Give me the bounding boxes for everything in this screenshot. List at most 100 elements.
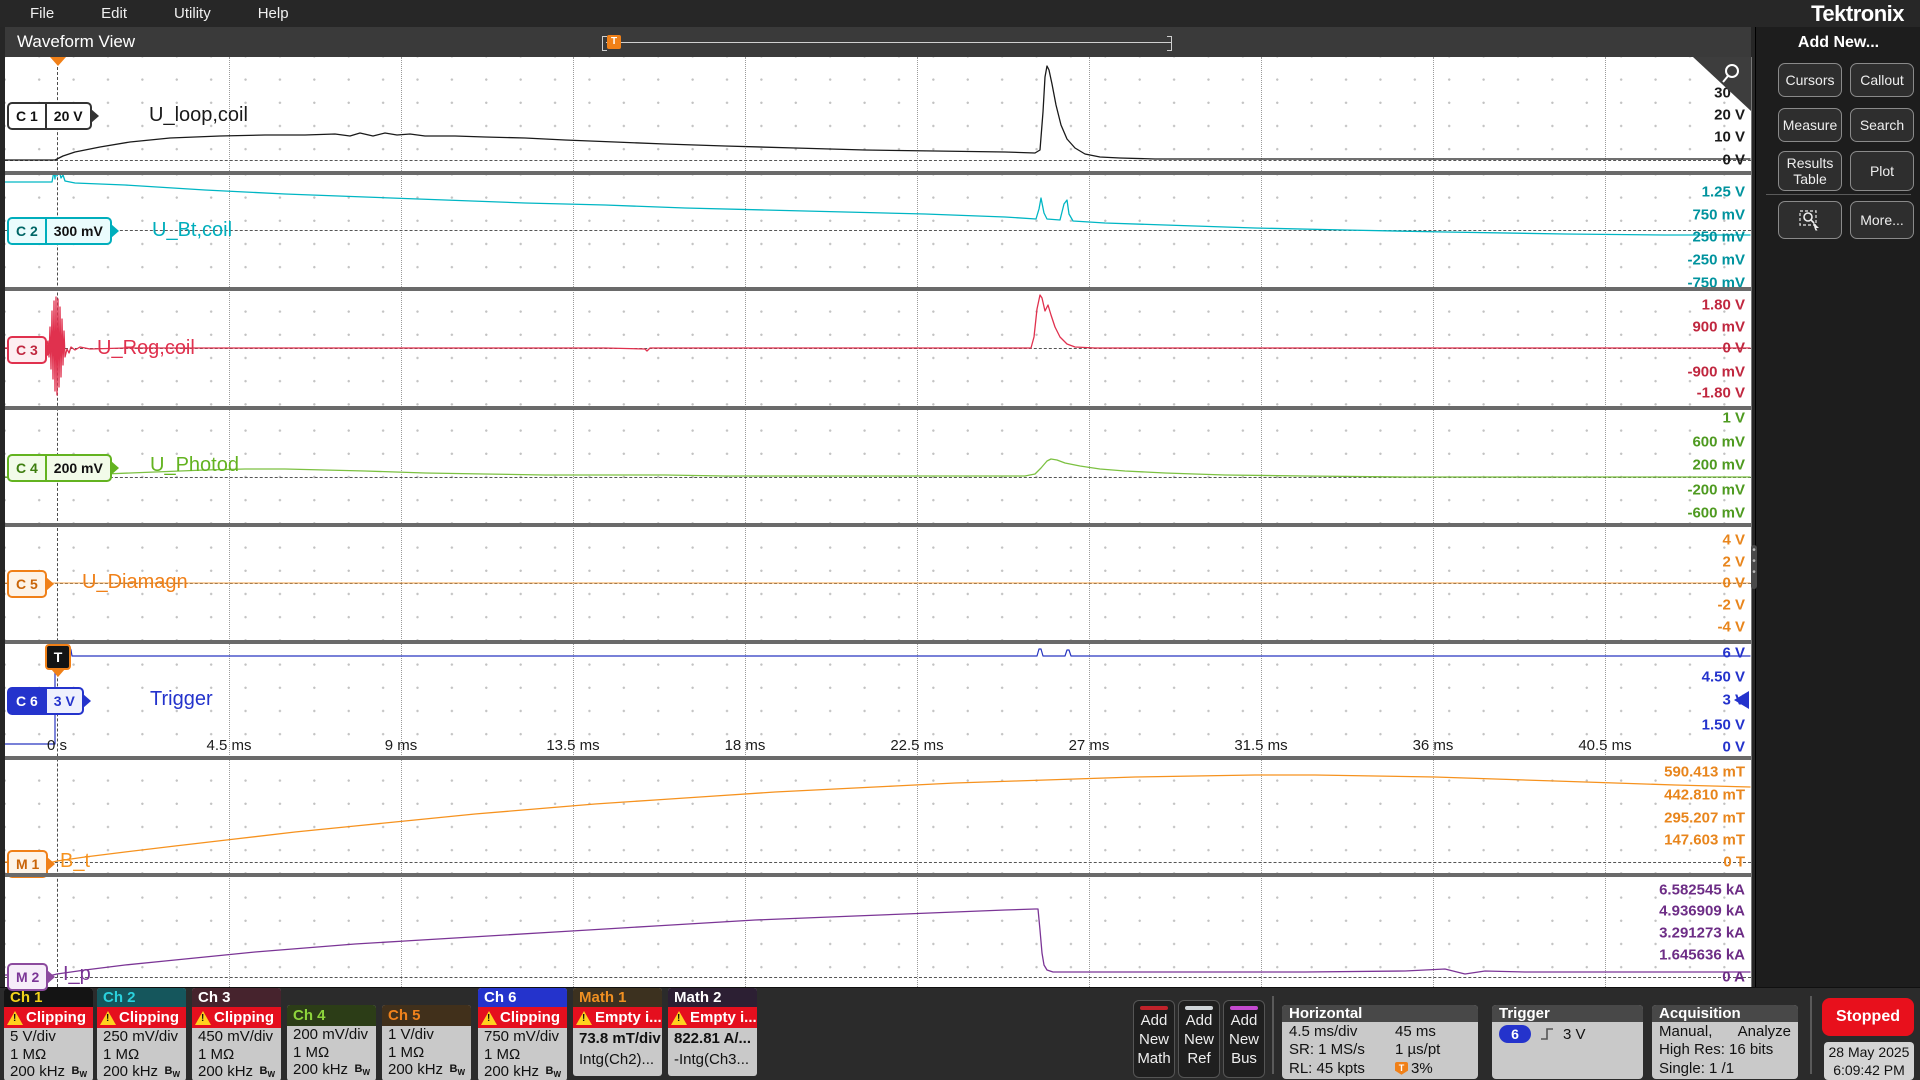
scale-tick: 6.582545 kA: [1659, 882, 1745, 899]
trigger-level-arrow-icon[interactable]: [1734, 691, 1749, 709]
magnifier-icon: [1720, 61, 1746, 87]
time-axis-label: 27 ms: [1069, 737, 1110, 754]
channel-scale: 3 V: [45, 689, 82, 713]
horizontal-position-slider[interactable]: T: [592, 35, 1172, 50]
date-label: 28 May 2025: [1824, 1043, 1914, 1061]
channel-label-ch2[interactable]: U_Bt,coil: [152, 219, 232, 242]
channel-badge-ch5[interactable]: C 5: [7, 570, 47, 598]
math1-settings[interactable]: Math 1 Empty i... 73.8 mT/div Intg(Ch2).…: [573, 988, 662, 1076]
add-new-bus-button[interactable]: AddNewBus: [1223, 1000, 1265, 1078]
channel-settings-ch4[interactable]: Ch 4 200 mV/div 1 MΩ 200 kHzBW: [287, 1005, 376, 1080]
waveform-trace-ch3: [5, 289, 1751, 408]
channel-label-ch1[interactable]: U_loop,coil: [149, 104, 248, 127]
scale-tick: -4 V: [1717, 619, 1745, 636]
channel-label-math2[interactable]: I_p: [63, 963, 91, 986]
channel-badge-ch2[interactable]: C 2 300 mV: [7, 217, 112, 245]
channel-label-ch6[interactable]: Trigger: [150, 688, 213, 711]
channel-badge-ch3[interactable]: C 3: [7, 336, 47, 364]
channel-settings-ch6[interactable]: Ch 6 Clipping 750 mV/div 1 MΩ 200 kHzBW: [478, 988, 567, 1080]
time-axis-label: 4.5 ms: [206, 737, 251, 754]
horizontal-panel[interactable]: Horizontal 4.5 ms/div45 ms SR: 1 MS/s1 µ…: [1282, 1005, 1478, 1079]
menu-file[interactable]: File: [30, 5, 54, 22]
waveform-plot-area[interactable]: C 1 20 V U_loop,coil 30 V 20 V 10 V 0 V …: [5, 57, 1752, 987]
scale-tick: 0 V: [1722, 739, 1745, 756]
warning-icon: [481, 1011, 497, 1025]
trigger-settings-panel[interactable]: Trigger 6 3 V: [1492, 1005, 1643, 1079]
scale-tick: -250 mV: [1687, 252, 1745, 269]
channel-settings-ch1[interactable]: Ch 1 Clipping 5 V/div 1 MΩ 200 kHzBW: [4, 988, 93, 1080]
channel-slice-ch3: C 3 U_Rog,coil 1.80 V 900 mV 0 V -900 mV…: [5, 289, 1751, 408]
menu-help[interactable]: Help: [258, 5, 289, 22]
scale-tick: 147.603 mT: [1664, 832, 1745, 849]
callout-label: Callout: [1860, 72, 1904, 88]
time-label: 6:09:42 PM: [1824, 1061, 1914, 1079]
trigger-title: Trigger: [1492, 1005, 1643, 1022]
warning-icon: [7, 1011, 23, 1025]
slice-divider: [5, 523, 1751, 527]
waveform-trace-ch2: [5, 175, 1751, 289]
results-table-button[interactable]: Results Table: [1778, 151, 1842, 191]
channel-badge-math2[interactable]: M 2: [7, 963, 48, 991]
channel-settings-ch2[interactable]: Ch 2 Clipping 250 mV/div 1 MΩ 200 kHzBW: [97, 988, 186, 1080]
badge-tip: [111, 461, 119, 475]
scale-tick: 0 A: [1722, 969, 1745, 986]
math-scale: 73.8 mT/div: [573, 1028, 662, 1049]
scale-tick: 3.291273 kA: [1659, 925, 1745, 942]
panel-splitter-handle[interactable]: •••: [1751, 545, 1757, 589]
acquisition-row3: Single: 1 /1: [1652, 1059, 1798, 1078]
warning-icon: [195, 1011, 211, 1025]
plot-button[interactable]: Plot: [1850, 151, 1914, 191]
trigger-source-badge[interactable]: T: [45, 644, 71, 670]
trigger-position-marker-icon[interactable]: [50, 57, 66, 66]
cursors-button[interactable]: Cursors: [1778, 63, 1842, 97]
menu-edit[interactable]: Edit: [101, 5, 127, 22]
channel-label-ch3[interactable]: U_Rog,coil: [97, 337, 195, 360]
time-axis-label: 9 ms: [385, 737, 418, 754]
add-new-ref-button[interactable]: AddNewRef: [1178, 1000, 1220, 1078]
channel-name: Ch 6: [478, 988, 567, 1007]
add-new-math-button[interactable]: AddNewMath: [1133, 1000, 1175, 1078]
zoom-select-button[interactable]: [1778, 201, 1842, 239]
channel-slice-ch4: C 4 200 mV U_Photod 1 V 600 mV 200 mV -2…: [5, 408, 1751, 525]
slice-divider: [5, 640, 1751, 644]
scale-tick: 250 mV: [1692, 229, 1745, 246]
measure-button[interactable]: Measure: [1778, 108, 1842, 142]
scale-setting: 450 mV/div: [192, 1028, 281, 1046]
math2-settings[interactable]: Math 2 Empty i... 822.81 A/... -Intg(Ch3…: [668, 988, 757, 1076]
bandwidth-setting: 200 kHzBW: [192, 1063, 281, 1080]
time-axis-label: 36 ms: [1413, 737, 1454, 754]
more-button[interactable]: More...: [1850, 201, 1914, 239]
acquisition-panel[interactable]: Acquisition Manual,Analyze High Res: 16 …: [1652, 1005, 1798, 1079]
channel-badge-ch6[interactable]: C 6 3 V: [7, 687, 84, 715]
channel-badge-ch4[interactable]: C 4 200 mV: [7, 454, 112, 482]
channel-slice-math2: M 2 I_p 6.582545 kA 4.936909 kA 3.291273…: [5, 875, 1751, 987]
scale-tick: -1.80 V: [1697, 385, 1745, 402]
channel-settings-ch5[interactable]: Ch 5 1 V/div 1 MΩ 200 kHzBW: [382, 1005, 471, 1080]
warning-icon: [671, 1011, 687, 1025]
scale-tick: 20 V: [1714, 107, 1745, 124]
warning-icon: [576, 1011, 592, 1025]
oscilloscope-screen: File Edit Utility Help Tektronix Wavefor…: [0, 0, 1920, 1080]
channel-label-math1[interactable]: B_t: [60, 850, 90, 873]
channel-slice-ch2: C 2 300 mV U_Bt,coil 1.25 V 750 mV 250 m…: [5, 175, 1751, 289]
channel-label-ch5[interactable]: U_Diamagn: [82, 571, 188, 594]
trigger-position-flag-icon[interactable]: T: [607, 35, 621, 49]
channel-scale: 20 V: [45, 104, 90, 128]
bandwidth-setting: 200 kHzBW: [382, 1061, 471, 1079]
channel-badge-ch1[interactable]: C 1 20 V: [7, 102, 92, 130]
callout-button[interactable]: Callout: [1850, 63, 1914, 97]
add-new-header: Add New...: [1756, 34, 1920, 52]
badge-tip: [46, 577, 54, 591]
time-axis-label: 31.5 ms: [1234, 737, 1287, 754]
channel-label-ch4[interactable]: U_Photod: [150, 454, 239, 477]
run-stop-status-button[interactable]: Stopped: [1822, 998, 1914, 1036]
slice-divider: [5, 873, 1751, 877]
search-button[interactable]: Search: [1850, 108, 1914, 142]
slice-divider: [5, 171, 1751, 175]
waveform-view-title: Waveform View: [17, 32, 135, 52]
menu-utility[interactable]: Utility: [174, 5, 211, 22]
bw-limit-icon: BW: [259, 1065, 275, 1079]
channel-name: Ch 2: [97, 988, 186, 1007]
channel-settings-ch3[interactable]: Ch 3 Clipping 450 mV/div 1 MΩ 200 kHzBW: [192, 988, 281, 1080]
scale-tick: -600 mV: [1687, 505, 1745, 522]
